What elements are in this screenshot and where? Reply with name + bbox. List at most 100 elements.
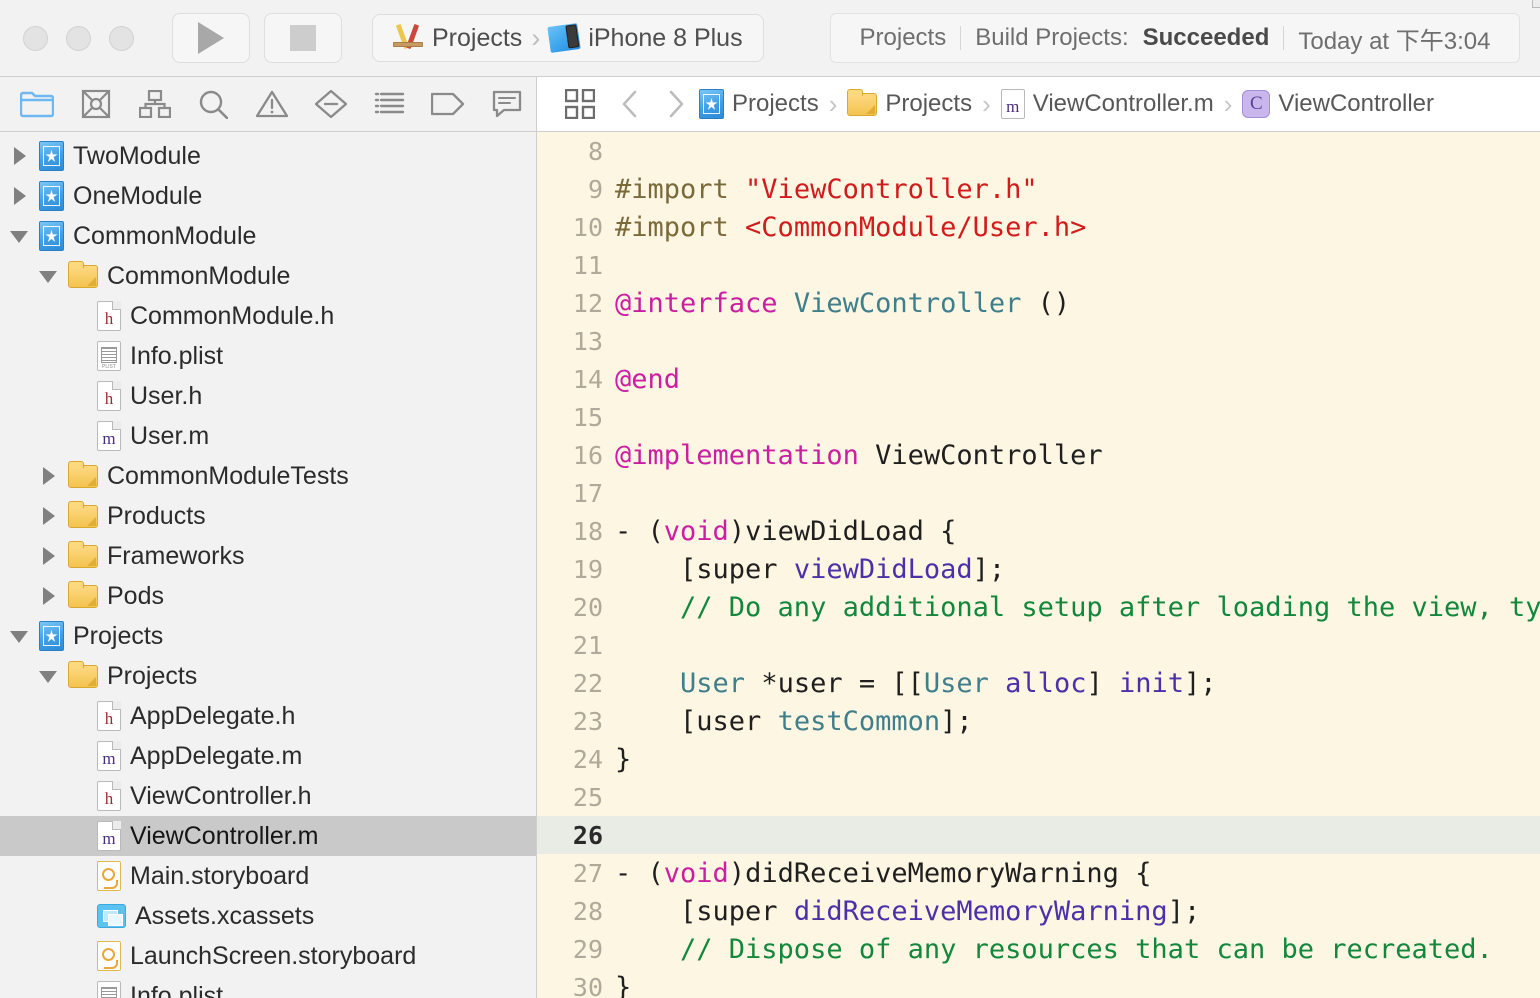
code-line[interactable]: 13 <box>537 322 1540 360</box>
code-token: #import <box>615 173 746 205</box>
code-line[interactable]: 17 <box>537 474 1540 512</box>
source-control-navigator-icon[interactable] <box>67 77 126 132</box>
code-token: - ( <box>615 515 664 547</box>
navigator-row[interactable]: OneModule <box>0 176 536 216</box>
navigator-row[interactable]: m User.m <box>0 416 536 456</box>
disclosure-triangle-closed-icon[interactable] <box>39 506 59 526</box>
navigator-row[interactable]: TwoModule <box>0 136 536 176</box>
storyboard-icon <box>97 941 121 971</box>
forward-button[interactable] <box>653 84 699 124</box>
navigator-row[interactable]: m ViewController.m <box>0 816 536 856</box>
code-line[interactable]: 27 - (void)didReceiveMemoryWarning { <box>537 854 1540 892</box>
navigator-row[interactable]: CommonModuleTests <box>0 456 536 496</box>
jump-bar-crumb-project[interactable]: Projects <box>699 89 819 119</box>
code-token: init <box>1118 667 1184 699</box>
disclosure-triangle-closed-icon[interactable] <box>10 186 30 206</box>
source-editor[interactable]: 8 9 #import "ViewController.h" 10 #import <C… <box>537 132 1540 998</box>
navigator-row[interactable]: Frameworks <box>0 536 536 576</box>
jump-bar-crumb-symbol[interactable]: C ViewController <box>1242 90 1434 118</box>
line-number: 24 <box>572 744 603 774</box>
code-line[interactable]: 9 #import "ViewController.h" <box>537 170 1540 208</box>
navigator-row[interactable]: CommonModule <box>0 256 536 296</box>
disclosure-triangle-closed-icon[interactable] <box>39 546 59 566</box>
code-line[interactable]: 22 User *user = [[User alloc] init]; <box>537 664 1540 702</box>
breakpoint-navigator-icon[interactable] <box>419 77 478 132</box>
navigator-row[interactable]: h CommonModule.h <box>0 296 536 336</box>
code-line[interactable]: 15 <box>537 398 1540 436</box>
back-button[interactable] <box>607 84 653 124</box>
code-line[interactable]: 21 <box>537 626 1540 664</box>
run-button[interactable] <box>172 13 250 63</box>
code-line[interactable]: 16 @implementation ViewController <box>537 436 1540 474</box>
navigator-row[interactable]: Projects <box>0 656 536 696</box>
navigator-row-label: Projects <box>107 661 198 690</box>
report-navigator-icon[interactable] <box>477 77 536 132</box>
navigator-row[interactable]: Products <box>0 496 536 536</box>
navigator-row[interactable]: Info.plist <box>0 976 536 998</box>
navigator-row[interactable]: CommonModule <box>0 216 536 256</box>
code-token: ViewController <box>793 287 1022 319</box>
navigator-row[interactable]: Projects <box>0 616 536 656</box>
code-line[interactable]: 25 <box>537 778 1540 816</box>
navigator-row[interactable]: h User.h <box>0 376 536 416</box>
code-line[interactable]: 30} <box>537 968 1540 998</box>
code-token: [super <box>615 895 794 927</box>
code-text: @implementation ViewController <box>615 440 1103 471</box>
code-token: ]; <box>1167 895 1201 927</box>
code-line[interactable]: 12 @interface ViewController () <box>537 284 1540 322</box>
navigator-row[interactable]: Info.plist <box>0 336 536 376</box>
code-text: [user testCommon]; <box>615 706 973 737</box>
code-line[interactable]: 10 #import <CommonModule/User.h> <box>537 208 1540 246</box>
navigator-row[interactable]: LaunchScreen.storyboard <box>0 936 536 976</box>
disclosure-triangle-closed-icon[interactable] <box>39 466 59 486</box>
code-token: // Do any additional setup after loading… <box>680 591 1540 623</box>
navigator-row[interactable]: m AppDelegate.m <box>0 736 536 776</box>
find-navigator-icon[interactable] <box>184 77 243 132</box>
line-number: 20 <box>572 592 603 622</box>
code-line[interactable]: 26 <box>537 816 1540 854</box>
code-line[interactable]: 8 <box>537 132 1540 170</box>
jump-bar-crumb-file[interactable]: m ViewController.m <box>1000 89 1214 119</box>
related-items-icon[interactable] <box>553 77 607 132</box>
navigator-row[interactable]: Pods <box>0 576 536 616</box>
code-line[interactable]: 28 [super didReceiveMemoryWarning]; <box>537 892 1540 930</box>
disclosure-triangle-open-icon[interactable] <box>10 226 30 246</box>
navigator-row[interactable]: Main.storyboard <box>0 856 536 896</box>
disclosure-triangle-open-icon[interactable] <box>39 666 59 686</box>
code-line[interactable]: 23 [user testCommon]; <box>537 702 1540 740</box>
symbol-navigator-icon[interactable] <box>125 77 184 132</box>
zoom-window-button[interactable] <box>109 25 134 51</box>
activity-status-bar[interactable]: Projects Build Projects: Succeeded Today… <box>830 13 1520 63</box>
stop-button[interactable] <box>264 13 342 63</box>
code-line[interactable]: 20 // Do any additional setup after load… <box>537 588 1540 626</box>
code-line[interactable]: 18 - (void)viewDidLoad { <box>537 512 1540 550</box>
disclosure-triangle-closed-icon[interactable] <box>39 586 59 606</box>
xcode-project-icon <box>39 221 64 251</box>
code-line[interactable]: 11 <box>537 246 1540 284</box>
navigator-row[interactable]: h ViewController.h <box>0 776 536 816</box>
code-line[interactable]: 19 [super viewDidLoad]; <box>537 550 1540 588</box>
code-token: - ( <box>615 857 664 889</box>
code-line[interactable]: 14 @end <box>537 360 1540 398</box>
status-divider-1 <box>960 26 962 50</box>
code-token: User <box>680 667 746 699</box>
disclosure-triangle-open-icon[interactable] <box>10 626 30 646</box>
navigator-row[interactable]: h AppDelegate.h <box>0 696 536 736</box>
test-navigator-icon[interactable] <box>301 77 360 132</box>
project-navigator-icon[interactable] <box>8 77 67 132</box>
minimize-window-button[interactable] <box>66 25 91 51</box>
code-line[interactable]: 29 // Dispose of any resources that can … <box>537 930 1540 968</box>
debug-navigator-icon[interactable] <box>360 77 419 132</box>
folder-icon <box>68 260 98 288</box>
jump-bar-crumb-group[interactable]: Projects <box>847 88 972 118</box>
navigator-row[interactable]: Assets.xcassets <box>0 896 536 936</box>
disclosure-triangle-open-icon[interactable] <box>39 266 59 286</box>
disclosure-triangle-closed-icon[interactable] <box>10 146 30 166</box>
project-navigator[interactable]: TwoModule OneModule CommonModule CommonModu… <box>0 132 537 998</box>
scheme-destination-selector[interactable]: Projects › iPhone 8 Plus <box>372 14 764 62</box>
close-window-button[interactable] <box>23 25 48 51</box>
issue-navigator-icon[interactable] <box>243 77 302 132</box>
line-number: 21 <box>572 630 603 660</box>
status-build-label: Build Projects: <box>975 24 1129 51</box>
code-line[interactable]: 24} <box>537 740 1540 778</box>
